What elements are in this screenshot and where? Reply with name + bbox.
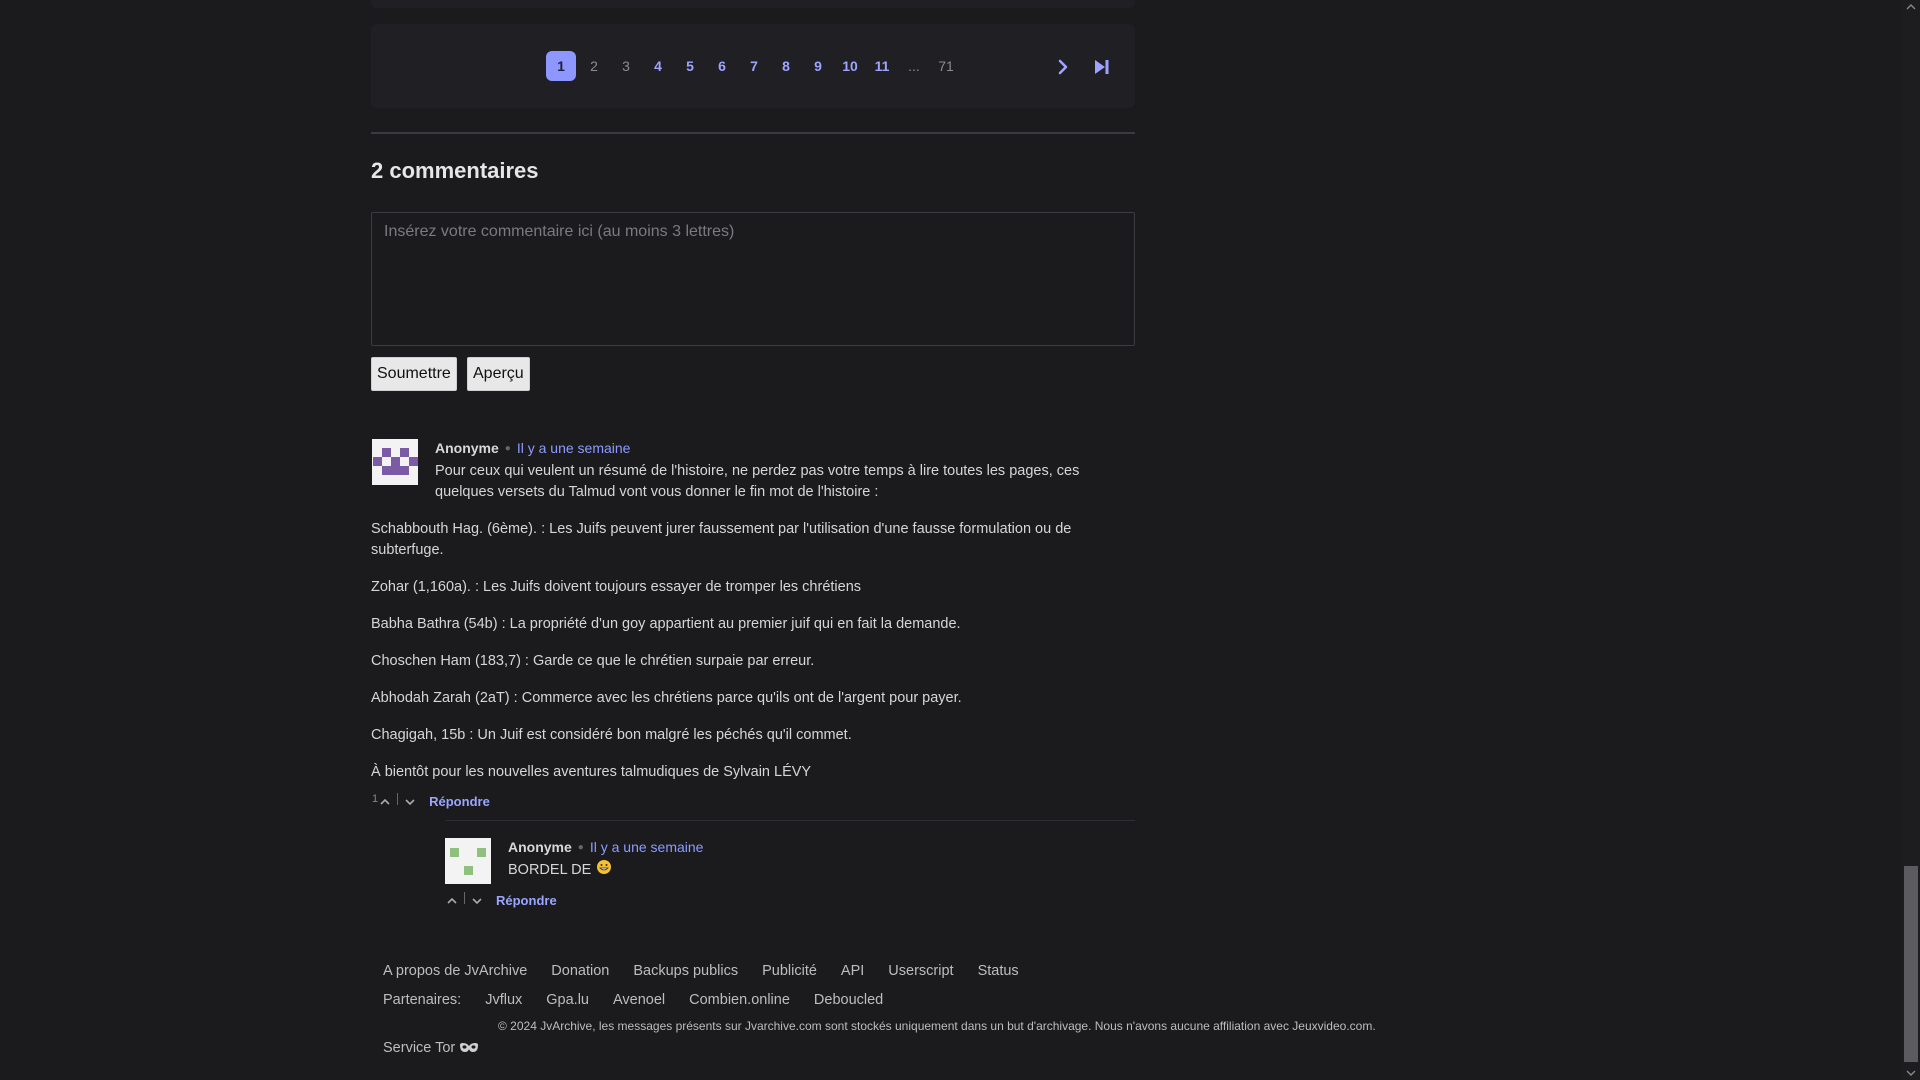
footer-links: A propos de JvArchive Donation Backups p…: [383, 963, 1043, 979]
footer-link-api[interactable]: API: [841, 963, 864, 979]
comment-paragraph: Schabbouth Hag. (6ème). : Les Juifs peuv…: [371, 521, 1072, 558]
upvote-icon[interactable]: [445, 894, 459, 908]
section-divider: [371, 132, 1135, 134]
comment-intro: Pour ceux qui veulent un résumé de l'his…: [435, 463, 1080, 500]
page-2[interactable]: 2: [578, 51, 610, 81]
footer-link-donation[interactable]: Donation: [551, 963, 609, 979]
scroll-up-icon[interactable]: [1906, 2, 1916, 12]
preview-button[interactable]: Aperçu: [467, 357, 530, 391]
meta-separator: ●: [577, 842, 584, 853]
partner-link-combien[interactable]: Combien.online: [689, 992, 790, 1008]
vote-divider: [397, 793, 399, 805]
partner-link-avenoel[interactable]: Avenoel: [613, 992, 665, 1008]
reply-button[interactable]: Répondre: [496, 893, 557, 908]
page-71[interactable]: 71: [930, 51, 962, 81]
downvote-icon[interactable]: [403, 795, 417, 809]
chevron-right-icon[interactable]: [1051, 55, 1075, 79]
comment-actions: 1 Répondre: [372, 789, 490, 809]
avatar: [445, 838, 491, 884]
pagination: 1 2 3 4 5 6 7 8 9 10 11 ... 71: [546, 51, 962, 81]
page-3[interactable]: 3: [610, 51, 642, 81]
footer-link-userscript[interactable]: Userscript: [888, 963, 953, 979]
upvote-icon[interactable]: [378, 795, 392, 809]
comment-paragraph: Chagigah, 15b : Un Juif est considéré bo…: [371, 727, 852, 743]
comment-paragraph: Abhodah Zarah (2aT) : Commerce avec les …: [371, 690, 962, 706]
avatar: [372, 439, 418, 485]
page-9[interactable]: 9: [802, 51, 834, 81]
pagination-card: 1 2 3 4 5 6 7 8 9 10 11 ... 71: [371, 24, 1135, 108]
comment-paragraph: Choschen Ham (183,7) : Garde ce que le c…: [371, 653, 815, 669]
footer-partners: Partenaires: Jvflux Gpa.lu Avenoel Combi…: [383, 992, 907, 1008]
grinning-face-icon: [597, 859, 612, 874]
comment-meta: Anonyme ● Il y a une semaine: [508, 839, 703, 855]
comment-actions: Répondre: [445, 888, 557, 908]
page-10[interactable]: 10: [834, 51, 866, 81]
footer-link-status[interactable]: Status: [978, 963, 1019, 979]
partner-link-deboucled[interactable]: Deboucled: [814, 992, 883, 1008]
page-8[interactable]: 8: [770, 51, 802, 81]
tor-label: Service Tor: [383, 1040, 456, 1056]
page-4[interactable]: 4: [642, 51, 674, 81]
comment-author: Anonyme: [508, 839, 572, 855]
mask-icon: [460, 1043, 479, 1052]
skip-to-end-icon[interactable]: [1089, 55, 1113, 79]
vote-divider: [464, 892, 465, 904]
comment-author: Anonyme: [435, 440, 499, 456]
partners-label: Partenaires:: [383, 992, 462, 1008]
downvote-icon[interactable]: [470, 894, 484, 908]
tor-service-link[interactable]: Service Tor: [383, 1040, 479, 1056]
meta-separator: ●: [504, 443, 511, 454]
comment-input[interactable]: [371, 212, 1135, 346]
comment-paragraph: À bientôt pour les nouvelles aventures t…: [371, 764, 812, 780]
page-6[interactable]: 6: [706, 51, 738, 81]
page-5[interactable]: 5: [674, 51, 706, 81]
reply-button[interactable]: Répondre: [429, 794, 490, 809]
page-11[interactable]: 11: [866, 51, 898, 81]
page-scrollbar[interactable]: [1902, 0, 1920, 1080]
comment-paragraph: Zohar (1,160a). : Les Juifs doivent touj…: [371, 579, 862, 595]
footer-link-about[interactable]: A propos de JvArchive: [383, 963, 527, 979]
comment-meta: Anonyme ● Il y a une semaine: [435, 440, 630, 456]
previous-card-edge: [371, 0, 1135, 8]
partner-link-jvflux[interactable]: Jvflux: [485, 992, 522, 1008]
scrollbar-thumb[interactable]: [1904, 866, 1918, 1062]
comment-paragraph: Babha Bathra (54b) : La propriété d'un g…: [371, 616, 961, 632]
comment-time-link[interactable]: Il y a une semaine: [590, 839, 704, 855]
partner-link-gpalu[interactable]: Gpa.lu: [546, 992, 589, 1008]
page-7[interactable]: 7: [738, 51, 770, 81]
page-ellipsis: ...: [908, 58, 920, 74]
submit-button[interactable]: Soumettre: [371, 357, 457, 391]
copyright-text: © 2024 JvArchive, les messages présents …: [498, 1019, 1376, 1033]
scroll-down-icon[interactable]: [1906, 1068, 1916, 1078]
comments-title: 2 commentaires: [371, 158, 539, 183]
comment-body: BORDEL DE: [508, 859, 612, 881]
page-1[interactable]: 1: [546, 51, 576, 81]
footer-link-ads[interactable]: Publicité: [762, 963, 817, 979]
footer-link-backups[interactable]: Backups publics: [633, 963, 738, 979]
reply-separator: [446, 820, 1135, 821]
comment-time-link[interactable]: Il y a une semaine: [517, 440, 631, 456]
comment-text: BORDEL DE: [508, 862, 592, 878]
